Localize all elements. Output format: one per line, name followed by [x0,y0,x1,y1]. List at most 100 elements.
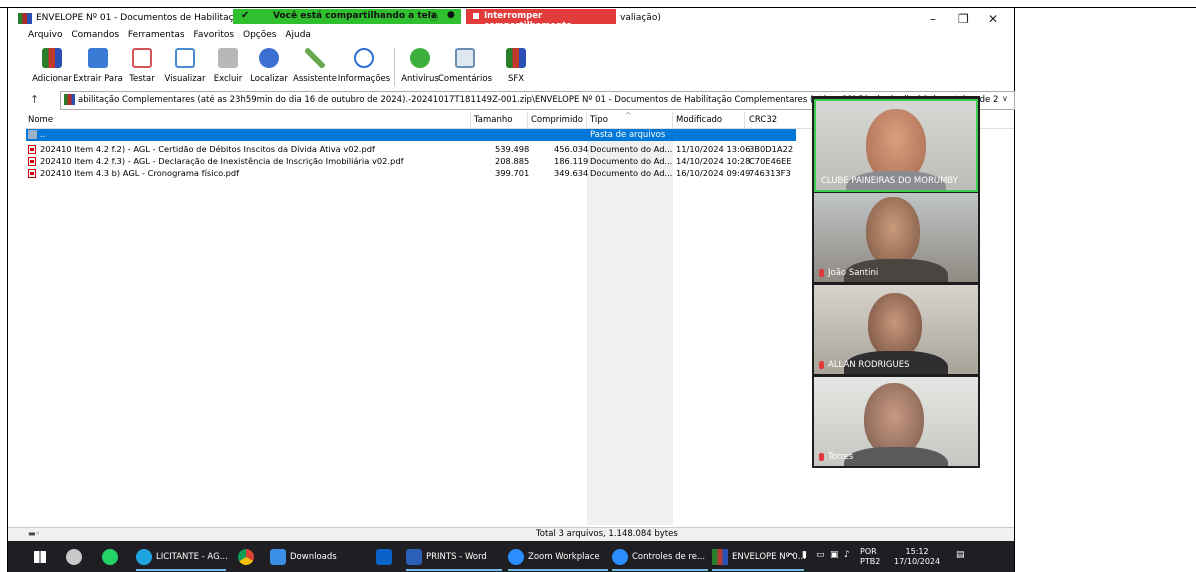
participant-video [864,383,924,457]
column-divider[interactable] [744,112,745,128]
muted-mic-icon [819,361,824,369]
taskbar-downloads[interactable]: Downloads [270,548,360,566]
taskbar-word[interactable]: PRINTS - Word [406,548,502,571]
shield-icon[interactable]: ● [447,10,455,20]
close-button[interactable]: ✕ [988,12,998,26]
book-view-icon [175,48,195,68]
column-divider[interactable] [586,112,587,128]
active-indicator [136,569,226,571]
file-type: Documento do Ad... [590,144,673,154]
file-modified: 14/10/2024 10:28 [676,156,751,166]
taskbar-label: Zoom Workplace [528,552,600,562]
participant-tile[interactable]: Torres [814,377,978,466]
notifications-icon[interactable]: ▤ [956,550,965,560]
column-size[interactable]: Tamanho [474,115,512,125]
comment-icon [455,48,475,68]
taskbar-label: Downloads [290,552,337,562]
column-modified[interactable]: Modificado [676,115,722,125]
show-hidden-icons-button[interactable]: ^ [786,551,795,564]
column-divider[interactable] [527,112,528,128]
column-crc[interactable]: CRC32 [749,115,777,125]
minimize-button[interactable]: – [930,12,936,26]
taskbar-label: Controles de re... [632,552,706,562]
participant-tile[interactable]: ALLAN RODRIGUES [814,285,978,374]
file-packed: 186.119 [554,156,589,166]
column-name[interactable]: Nome [28,115,53,125]
table-row[interactable]: 202410 Item 4.3 b) AGL - Cronograma físi… [28,168,791,179]
column-divider[interactable] [470,112,471,128]
muted-mic-icon [819,453,824,461]
pdf-file-icon [28,169,36,178]
up-arrow-icon[interactable]: ↑ [30,93,39,106]
volume-icon[interactable]: ♪ [844,550,850,560]
participant-shirt [844,447,948,466]
clipboard-test-icon [132,48,152,68]
mic-icon[interactable]: ▮ [802,550,807,560]
frame-left-line [7,7,8,572]
sort-up-icon: ^ [625,111,632,120]
zoom-icon [508,549,524,565]
status-bar [8,527,1014,541]
toolbar-assistente-button[interactable]: Assistente [293,44,337,86]
participant-name: João Santini [828,268,879,278]
participant-name: CLUBE PAINEIRAS DO MORUMBY [821,176,958,186]
stop-sharing-button[interactable]: Interromper compartilhamento [466,9,616,31]
menu-opcoes[interactable]: Opções [243,30,276,40]
parent-folder-row[interactable] [26,129,796,141]
network-icon[interactable]: ▣ [830,550,839,560]
table-row[interactable]: 202410 Item 4.2 f.2) - AGL - Certidão de… [28,144,793,155]
stop-sharing-label: Interromper compartilhamento [484,11,573,31]
file-name: 202410 Item 4.2 f.3) - AGL - Declaração … [40,156,404,166]
file-type: Documento do Ad... [590,168,673,178]
chevron-down-icon[interactable]: ∨ [1002,94,1008,103]
language-code: POR [860,547,877,556]
toolbar-informacoes-button[interactable]: Informações [338,44,390,86]
toolbar-comentarios-button[interactable]: Comentários [438,44,492,86]
pin-icon[interactable]: ✔ [241,10,249,21]
taskbar-zoom-controls[interactable]: Controles de re... [612,548,708,571]
active-indicator [406,569,502,571]
taskbar-zoom-workplace[interactable]: Zoom Workplace [508,548,608,571]
taskbar-edge[interactable]: LICITANTE - AG... [136,548,228,571]
status-text: Total 3 arquivos, 1.148.084 bytes [536,529,678,539]
antivirus-icon [410,48,430,68]
zoom-icon [612,549,628,565]
drive-key-icon: ▬◦ [28,529,41,538]
menu-comandos[interactable]: Comandos [71,30,119,40]
menu-favoritos[interactable]: Favoritos [194,30,235,40]
participant-tile[interactable]: CLUBE PAINEIRAS DO MORUMBY [814,99,978,192]
app-icon [66,549,82,565]
winrar-icon [712,549,728,565]
info-icon[interactable]: ⓘ [429,10,438,23]
table-row[interactable]: 202410 Item 4.2 f.3) - AGL - Declaração … [28,156,792,167]
file-packed: 456.034 [554,144,589,154]
active-indicator [508,569,608,571]
menu-arquivo[interactable]: Arquivo [28,30,62,40]
clock[interactable]: 15:12 17/10/2024 [894,547,940,567]
wand-icon [305,48,325,68]
window-title-tail: valiação) [620,13,661,23]
folder-up-icon [28,130,37,139]
menu-ajuda[interactable]: Ajuda [285,30,311,40]
participant-name: Torres [828,452,854,462]
windows-start-icon [34,551,46,563]
language-indicator[interactable]: POR PTB2 [860,547,880,567]
menu-ferramentas[interactable]: Ferramentas [128,30,185,40]
column-type[interactable]: Tipo [590,115,608,125]
column-packed[interactable]: Comprimido [531,115,583,125]
whatsapp-icon [102,549,118,565]
toolbar-sfx-button[interactable]: SFX [494,44,538,86]
participant-tile[interactable]: João Santini [814,193,978,282]
sorted-column-highlight [587,129,673,525]
file-type: Documento do Ad... [590,156,673,166]
toolbar-label: SFX [507,74,525,84]
clock-time: 15:12 [905,547,929,556]
pdf-file-icon [28,145,36,154]
zoom-sharing-banner: ✔ Você está compartilhando a tela ⓘ ● [233,9,461,24]
column-divider[interactable] [672,112,673,128]
taskbar-label: PRINTS - Word [426,552,487,562]
battery-icon[interactable]: ▭ [816,550,825,560]
active-indicator [612,569,708,571]
stop-icon [473,13,479,19]
maximize-button[interactable]: ❐ [958,12,969,26]
